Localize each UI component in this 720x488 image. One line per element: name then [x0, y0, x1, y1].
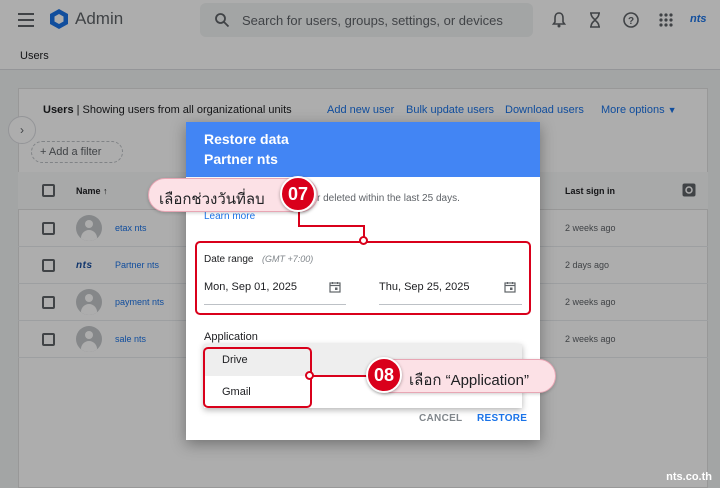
step8-text: เลือก “Application”: [409, 372, 529, 389]
step7-text: เลือกช่วงวันที่ลบ: [159, 191, 265, 208]
step7-connector: [298, 211, 300, 226]
application-highlight: [203, 347, 312, 408]
step7-badge: 07: [280, 176, 316, 212]
step8-connector: [313, 375, 371, 377]
step7-anchor-dot: [359, 236, 368, 245]
dialog-description: r deleted within the last 25 days.: [317, 193, 460, 204]
dialog-title: Restore data: [204, 131, 289, 147]
application-label: Application: [204, 331, 258, 343]
watermark: nts.co.th: [666, 471, 712, 483]
step8-badge: 08: [366, 357, 402, 393]
restore-button[interactable]: RESTORE: [477, 413, 527, 424]
step8-anchor-dot: [305, 371, 314, 380]
dialog-header: Restore data Partner nts: [186, 122, 540, 177]
dialog-subtitle: Partner nts: [204, 151, 278, 167]
date-range-highlight: [195, 241, 531, 315]
learn-more-link[interactable]: Learn more: [204, 211, 255, 222]
cancel-button[interactable]: CANCEL: [419, 413, 462, 424]
step7-connector: [298, 225, 364, 227]
